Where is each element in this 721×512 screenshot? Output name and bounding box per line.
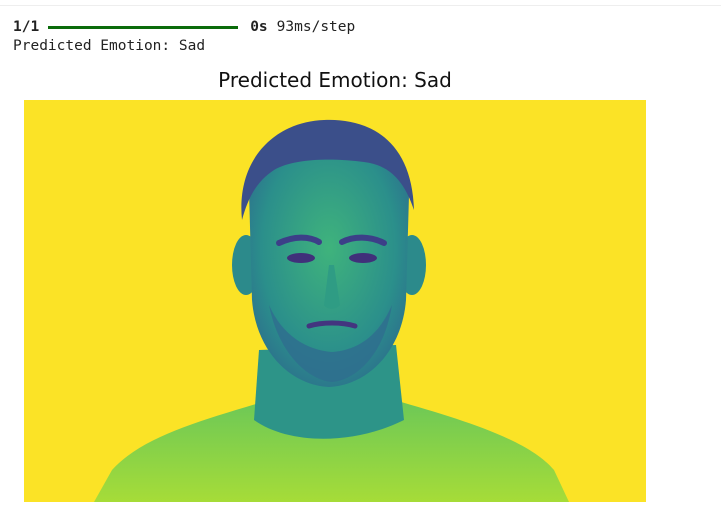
left-eye-shape (287, 253, 315, 263)
face-image-svg (24, 100, 646, 502)
progress-bar (48, 25, 239, 29)
progress-bar-fill (48, 25, 239, 29)
plot-face-image (24, 100, 646, 502)
progress-elapsed-time: 0s (250, 19, 268, 35)
cell-output-area: 1/1 0s 93ms/step Predicted Emotion: Sad … (0, 0, 721, 512)
progress-time-per-step: 93ms/step (276, 19, 356, 35)
plot-title: Predicted Emotion: Sad (218, 68, 452, 92)
stdout-prediction-text: Predicted Emotion: Sad (13, 38, 206, 54)
right-eye-shape (349, 253, 377, 263)
face-shape (249, 135, 409, 387)
progress-step-count: 1/1 (13, 19, 40, 35)
training-progress-line: 1/1 0s 93ms/step (13, 17, 355, 37)
